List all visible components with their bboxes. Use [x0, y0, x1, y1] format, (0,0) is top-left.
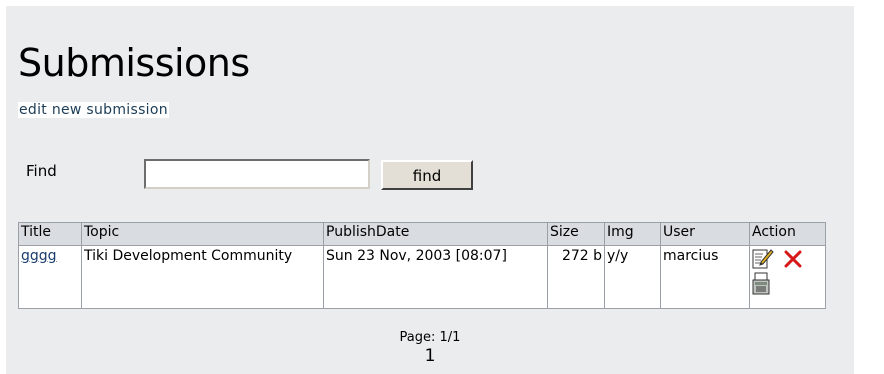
column-header-title[interactable]: Title: [18, 222, 82, 246]
page-title: Submissions: [18, 41, 250, 86]
cell-topic: Tiki Development Community: [81, 245, 324, 309]
cell-img: y/y: [604, 245, 661, 309]
edit-icon[interactable]: [752, 248, 774, 270]
column-header-topic[interactable]: Topic: [81, 222, 324, 246]
pagination: Page: 1/1 1: [6, 330, 854, 366]
search-input[interactable]: [144, 159, 370, 189]
find-label: Find: [26, 162, 57, 180]
column-header-user[interactable]: User: [660, 222, 750, 246]
cell-action: [749, 245, 826, 309]
content-panel: Submissions edit new submission Find fin…: [6, 6, 854, 374]
submissions-table: Title Topic PublishDate Size Img User Ac…: [18, 222, 826, 309]
cell-user: marcius: [660, 245, 750, 309]
cell-title: gggg: [18, 245, 82, 309]
edit-new-submission-link[interactable]: edit new submission: [18, 102, 169, 118]
cell-size: 272 b: [547, 245, 605, 309]
column-header-publish-date[interactable]: PublishDate: [323, 222, 548, 246]
submission-title-link[interactable]: gggg: [21, 248, 57, 264]
page-number-link[interactable]: 1: [6, 346, 854, 366]
column-header-action: Action: [749, 222, 826, 246]
remove-icon[interactable]: [782, 248, 804, 270]
table-header-row: Title Topic PublishDate Size Img User Ac…: [18, 222, 826, 246]
column-header-size[interactable]: Size: [547, 222, 605, 246]
print-icon[interactable]: [752, 272, 772, 296]
page-indicator: Page: 1/1: [399, 330, 461, 345]
column-header-img[interactable]: Img: [604, 222, 661, 246]
table-row: gggg Tiki Development Community Sun 23 N…: [18, 245, 826, 309]
find-button[interactable]: find: [381, 160, 473, 190]
cell-publish-date: Sun 23 Nov, 2003 [08:07]: [323, 245, 548, 309]
